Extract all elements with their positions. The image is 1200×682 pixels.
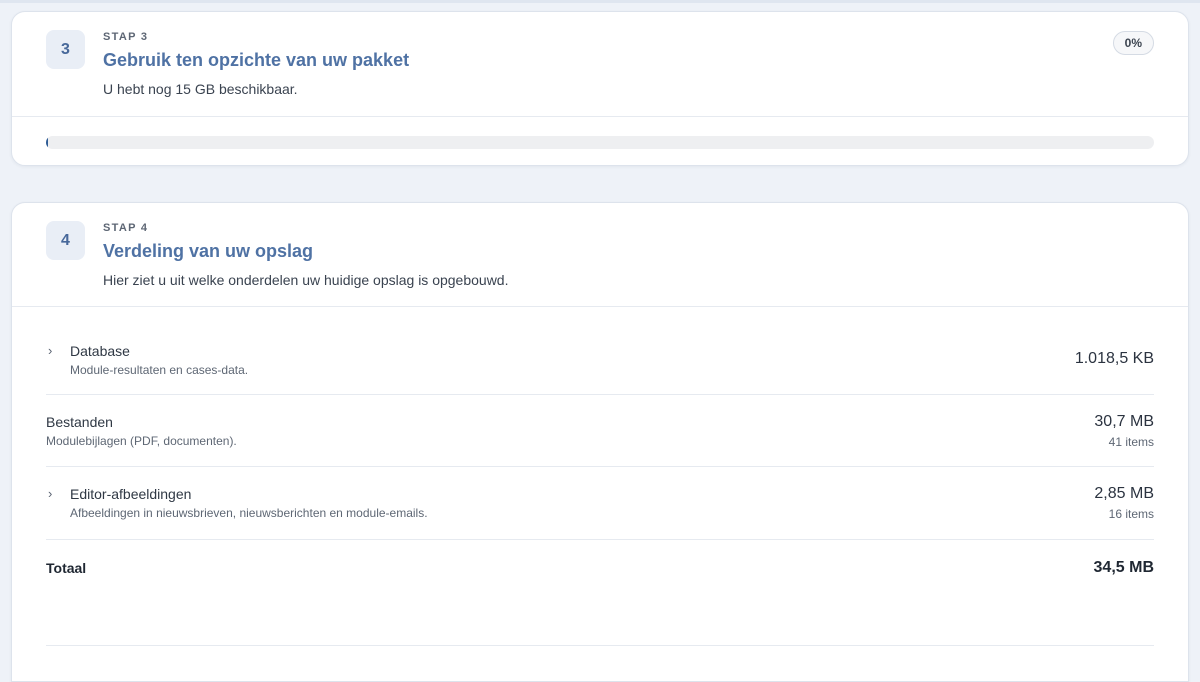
storage-card-header: 4 STAP 4 Verdeling van uw opslag Hier zi… bbox=[12, 203, 1188, 307]
row-size: 1.018,5 KB bbox=[1074, 350, 1154, 367]
storage-row-editor-afbeeldingen[interactable]: › Editor-afbeeldingen Afbeeldingen in ni… bbox=[46, 467, 1154, 540]
row-count: 16 items bbox=[1108, 507, 1154, 521]
storage-row-bestanden: Bestanden Modulebijlagen (PDF, documente… bbox=[46, 395, 1154, 467]
usage-progress-bar bbox=[46, 136, 1154, 149]
storage-row-database[interactable]: › Database Module-resultaten en cases-da… bbox=[46, 307, 1154, 395]
row-subtitle: Modulebijlagen (PDF, documenten). bbox=[46, 434, 237, 448]
row-count: 41 items bbox=[1108, 435, 1154, 449]
storage-total-row: Totaal 34,5 MB bbox=[46, 540, 1154, 646]
row-name: Bestanden bbox=[46, 414, 113, 430]
step-number-badge: 3 bbox=[46, 30, 85, 69]
storage-rows: › Database Module-resultaten en cases-da… bbox=[46, 307, 1154, 646]
step-title: Gebruik ten opzichte van uw pakket bbox=[103, 50, 410, 70]
row-name: Database bbox=[70, 343, 130, 359]
usage-progress-fill bbox=[46, 136, 48, 149]
step-number-badge: 4 bbox=[46, 221, 85, 260]
top-divider bbox=[0, 0, 1200, 3]
step-label: STAP 3 bbox=[103, 31, 149, 43]
step-title: Verdeling van uw opslag bbox=[103, 241, 314, 261]
usage-percent-badge: 0% bbox=[1112, 31, 1154, 55]
row-size: 30,7 MB bbox=[1094, 413, 1154, 430]
step-description: U hebt nog 15 GB beschikbaar. bbox=[103, 81, 298, 97]
row-subtitle: Afbeeldingen in nieuwsbrieven, nieuwsber… bbox=[70, 506, 428, 520]
chevron-right-icon[interactable]: › bbox=[48, 487, 52, 500]
storage-breakdown-card: 4 STAP 4 Verdeling van uw opslag Hier zi… bbox=[11, 202, 1189, 682]
row-size: 2,85 MB bbox=[1094, 485, 1154, 502]
chevron-right-icon[interactable]: › bbox=[48, 344, 52, 357]
step-description: Hier ziet u uit welke onderdelen uw huid… bbox=[103, 272, 509, 288]
row-name: Editor-afbeeldingen bbox=[70, 486, 192, 502]
total-label: Totaal bbox=[46, 560, 87, 576]
row-subtitle: Module-resultaten en cases-data. bbox=[70, 363, 249, 377]
step-label: STAP 4 bbox=[103, 222, 149, 234]
usage-card: 3 STAP 3 Gebruik ten opzichte van uw pak… bbox=[11, 11, 1189, 166]
total-size: 34,5 MB bbox=[1093, 559, 1154, 576]
usage-card-header: 3 STAP 3 Gebruik ten opzichte van uw pak… bbox=[12, 12, 1188, 117]
